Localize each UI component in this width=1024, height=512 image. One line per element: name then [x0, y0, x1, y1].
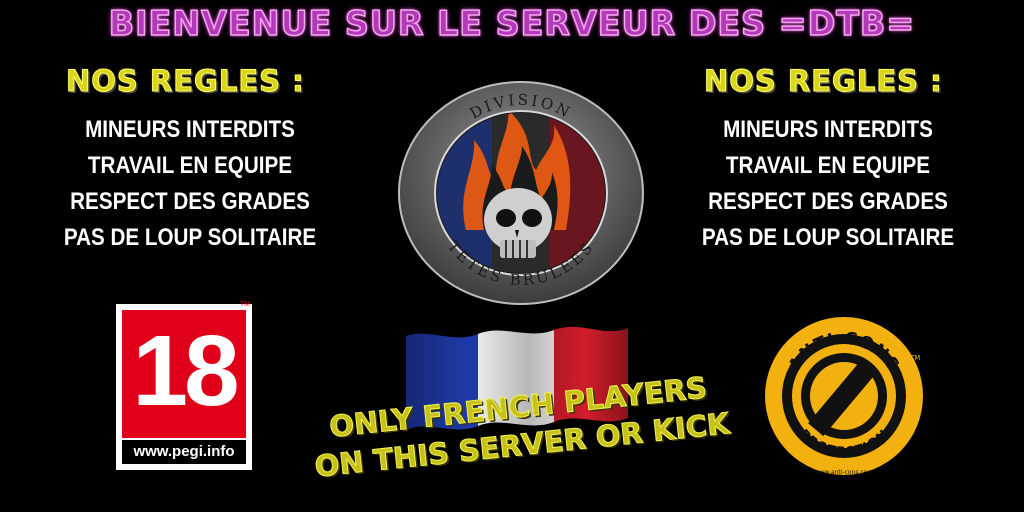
left-rules-list: MINEURS INTERDITS TRAVAIL EN EQUIPE RESP… — [61, 112, 319, 256]
pegi-trademark: TM — [239, 301, 250, 308]
right-rule-item: PAS DE LOUP SOLITAIRE — [701, 224, 955, 251]
right-rule-item: RESPECT DES GRADES — [708, 188, 948, 215]
left-rule-item: RESPECT DES GRADES — [70, 188, 310, 215]
left-rule-item: PAS DE LOUP SOLITAIRE — [63, 224, 317, 251]
anticons-trademark: TM — [909, 354, 920, 362]
right-rules-list: MINEURS INTERDITS TRAVAIL EN EQUIPE RESP… — [699, 112, 957, 256]
pegi-rating-box: 18 — [122, 310, 246, 438]
right-rule-item: TRAVAIL EN EQUIPE — [725, 152, 931, 179]
pegi-rating: 18 — [132, 315, 239, 427]
left-rules-heading: NOS REGLES : — [66, 64, 305, 99]
right-rule-item: MINEURS INTERDITS — [723, 116, 933, 143]
right-rules-heading: NOS REGLES : — [704, 64, 943, 99]
division-emblem: DIVISION TETES BRULEES — [396, 80, 646, 310]
welcome-title: BIENVENUE SUR LE SERVEUR DES =DTB= — [108, 3, 916, 45]
left-rule-item: MINEURS INTERDITS — [85, 116, 295, 143]
anticons-url: www.anti-cons.com — [815, 469, 874, 476]
pegi-18-badge: 18 TM www.pegi.info — [116, 301, 252, 470]
banner: BIENVENUE SUR LE SERVEUR DES =DTB= NOS R… — [0, 0, 1024, 512]
left-rule-item: TRAVAIL EN EQUIPE — [87, 152, 293, 179]
pegi-url: www.pegi.info — [122, 440, 246, 464]
anti-cons-badge: ANTI-CONS PROTECTION TM www.anti-cons.co… — [762, 314, 926, 478]
